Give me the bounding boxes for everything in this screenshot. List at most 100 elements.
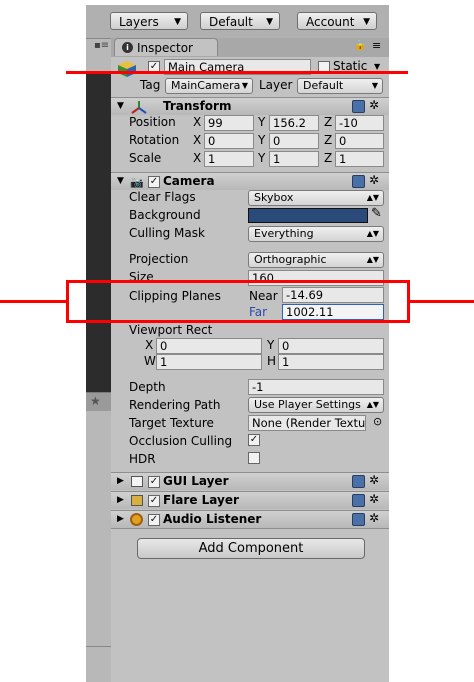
help-book-icon[interactable]	[352, 475, 365, 488]
audio-listener-title: Audio Listener	[163, 512, 262, 526]
axis-x-label: X	[193, 115, 202, 129]
flare-layer-checkbox[interactable]: ✓	[148, 495, 160, 507]
depth-label: Depth	[129, 380, 166, 394]
left-tab-menu-icon[interactable]: ▪≡	[94, 40, 109, 51]
position-z-field[interactable]: -10	[335, 115, 384, 131]
audio-listener-header[interactable]: ▶ ✓ Audio Listener ✲	[111, 510, 389, 528]
clear-flags-dropdown[interactable]: Skybox ▲▼	[248, 190, 384, 206]
viewport-y-field[interactable]: 0	[278, 338, 384, 354]
clipping-highlight-box	[66, 280, 410, 323]
target-texture-label: Target Texture	[129, 416, 214, 430]
vp-y-label: Y	[267, 338, 275, 352]
star-icon[interactable]: ★	[90, 394, 101, 408]
viewport-x-field[interactable]: 0	[156, 338, 262, 354]
dropdown-arrow-icon: ▲▼	[366, 255, 379, 264]
rendering-path-dropdown[interactable]: Use Player Settings ▲▼	[248, 397, 384, 413]
projection-value: Orthographic	[254, 253, 327, 266]
position-x-field[interactable]: 99	[204, 115, 254, 131]
dropdown-arrow-icon: ▼	[371, 81, 378, 90]
expand-triangle-icon[interactable]: ▶	[117, 495, 124, 505]
gear-icon[interactable]: ✲	[369, 492, 379, 506]
axis-z-label: Z	[324, 115, 333, 129]
background-color-swatch[interactable]	[248, 208, 368, 223]
audio-listener-icon	[130, 513, 143, 526]
expand-triangle-icon[interactable]: ▶	[117, 514, 124, 524]
viewport-w-field[interactable]: 1	[156, 354, 262, 370]
gear-icon[interactable]: ✲	[369, 98, 379, 112]
gui-layer-title: GUI Layer	[163, 474, 229, 488]
position-y-field[interactable]: 156.2	[269, 115, 319, 131]
layers-label: Layers	[119, 15, 159, 29]
flare-layer-title: Flare Layer	[163, 493, 239, 507]
gear-icon[interactable]: ✲	[369, 173, 379, 187]
gui-layer-header[interactable]: ▶ ✓ GUI Layer ✲	[111, 472, 389, 490]
target-texture-field[interactable]: None (Render Textu	[248, 415, 366, 431]
scale-y-field[interactable]: 1	[269, 151, 319, 167]
object-picker-icon[interactable]: ⊙	[373, 415, 382, 428]
collapse-triangle-icon[interactable]: ▼	[117, 176, 124, 186]
tab-menu-icon[interactable]: ≡	[372, 39, 381, 52]
tag-label: Tag	[140, 78, 161, 92]
tab-inspector-label: Inspector	[137, 41, 193, 55]
viewport-h-field[interactable]: 1	[278, 354, 384, 370]
layout-dropdown[interactable]: Default ▼	[200, 12, 280, 30]
dropdown-arrow-icon: ▲▼	[366, 400, 379, 409]
projection-label: Projection	[129, 252, 189, 266]
rotation-x-field[interactable]: 0	[204, 133, 254, 149]
camera-enabled-checkbox[interactable]: ✓	[148, 176, 160, 188]
gui-layer-checkbox[interactable]: ✓	[148, 476, 160, 488]
scale-z-field[interactable]: 1	[335, 151, 384, 167]
axis-x-label: X	[193, 133, 202, 147]
flare-layer-icon	[131, 495, 143, 506]
background-label: Background	[129, 208, 201, 222]
account-dropdown[interactable]: Account ▼	[297, 12, 377, 30]
rendering-path-label: Rendering Path	[129, 398, 221, 412]
info-icon: i	[122, 42, 133, 53]
help-book-icon[interactable]	[352, 175, 365, 188]
tab-inspector[interactable]: i Inspector	[114, 38, 218, 56]
eyedropper-icon[interactable]: ✎	[371, 206, 382, 221]
vp-x-label: X	[145, 338, 154, 352]
position-label: Position	[129, 115, 176, 129]
tag-value: MainCamera	[171, 79, 241, 92]
depth-field[interactable]: -1	[248, 379, 384, 395]
tag-dropdown[interactable]: MainCamera ▼	[165, 78, 253, 94]
help-book-icon[interactable]	[352, 494, 365, 507]
flare-layer-header[interactable]: ▶ ✓ Flare Layer ✲	[111, 491, 389, 509]
axis-z-label: Z	[324, 151, 333, 165]
rendering-path-value: Use Player Settings	[254, 398, 361, 411]
projection-dropdown[interactable]: Orthographic ▲▼	[248, 252, 384, 268]
scale-x-field[interactable]: 1	[204, 151, 254, 167]
dropdown-arrow-icon: ▼	[266, 17, 273, 27]
section-divider	[111, 528, 389, 529]
help-book-icon[interactable]	[352, 513, 365, 526]
expand-triangle-icon[interactable]: ▶	[117, 476, 124, 486]
occlusion-culling-checkbox[interactable]: ✓	[248, 434, 260, 446]
axis-y-label: Y	[258, 133, 266, 147]
rotation-z-field[interactable]: 0	[335, 133, 384, 149]
collapse-triangle-icon[interactable]: ▼	[117, 101, 124, 111]
gui-layer-icon	[131, 476, 143, 487]
highlight-line-left	[0, 300, 68, 303]
audio-listener-checkbox[interactable]: ✓	[148, 514, 160, 526]
vp-w-label: W	[144, 354, 156, 368]
camera-header[interactable]: ▼ 📷 ✓ Camera ✲	[111, 172, 389, 190]
viewport-rect-label: Viewport Rect	[129, 323, 213, 337]
help-book-icon[interactable]	[352, 100, 365, 113]
clear-flags-label: Clear Flags	[129, 190, 196, 204]
lock-icon[interactable]: 🔒	[354, 40, 366, 51]
transform-header[interactable]: ▼ Transform ✲	[111, 97, 389, 115]
rotation-y-field[interactable]: 0	[269, 133, 319, 149]
gear-icon[interactable]: ✲	[369, 511, 379, 525]
static-dropdown-arrow-icon[interactable]: ▼	[374, 62, 380, 71]
hdr-checkbox[interactable]	[248, 452, 260, 464]
axis-y-label: Y	[258, 151, 266, 165]
add-component-button[interactable]: Add Component	[137, 538, 365, 559]
dropdown-arrow-icon: ▼	[363, 17, 370, 27]
culling-mask-dropdown[interactable]: Everything ▲▼	[248, 226, 384, 242]
layer-value: Default	[303, 79, 344, 92]
layer-dropdown[interactable]: Default ▼	[297, 78, 383, 94]
layers-dropdown[interactable]: Layers ▼	[110, 12, 188, 30]
gear-icon[interactable]: ✲	[369, 473, 379, 487]
camera-icon: 📷	[130, 176, 144, 189]
